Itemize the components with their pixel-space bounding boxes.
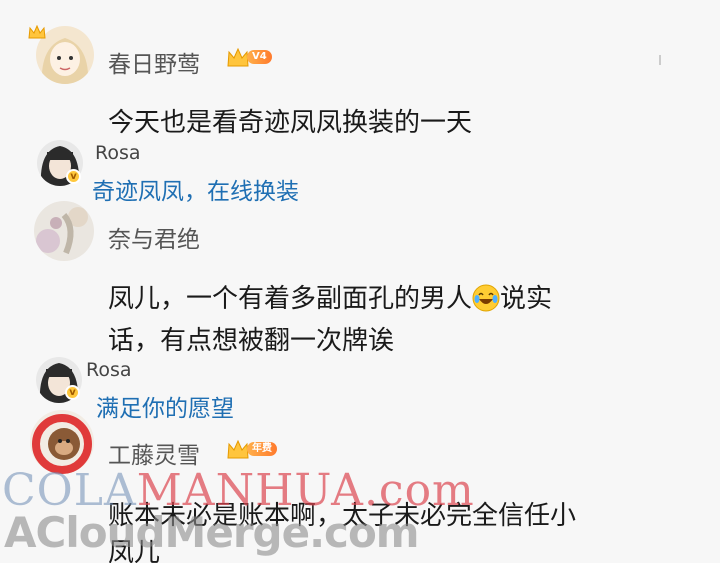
comment-text-line1-after: 说实 [500, 284, 553, 314]
avatar-commenter-2[interactable] [34, 201, 94, 261]
verified-v-icon: v [66, 169, 81, 184]
comment-text: 凤儿，一个有着多副面孔的男人 说实 话，有点想被翻一次牌诶 [108, 280, 688, 361]
comment-text-line1: 凤儿，一个有着多副面孔的男人 [108, 284, 473, 314]
reply-text: 满足你的愿望 [96, 396, 234, 422]
reply-text: 奇迹凤凤，在线换装 [92, 179, 299, 205]
scroll-indicator [659, 55, 661, 65]
watermark-acloudmerge: ACloudMerge.com [4, 508, 420, 557]
crown-icon [28, 24, 46, 43]
commenter-name[interactable]: 奈与君绝 [108, 220, 200, 254]
comment-text: 今天也是看奇迹凤凤换装的一天 [108, 108, 473, 138]
level-badge: V4 [226, 46, 272, 68]
commenter-name[interactable]: 春日野莺 [108, 45, 200, 79]
comment-text-line2: 话，有点想被翻一次牌诶 [108, 326, 395, 356]
reply-author[interactable]: Rosa [86, 359, 132, 381]
laughing-tears-icon [472, 284, 500, 312]
reply-author[interactable]: Rosa [95, 142, 141, 164]
verified-v-icon: v [65, 385, 80, 400]
level-badge-label: V4 [247, 50, 272, 64]
level-badge: 年费 [226, 438, 277, 460]
level-badge-label: 年费 [247, 442, 277, 456]
